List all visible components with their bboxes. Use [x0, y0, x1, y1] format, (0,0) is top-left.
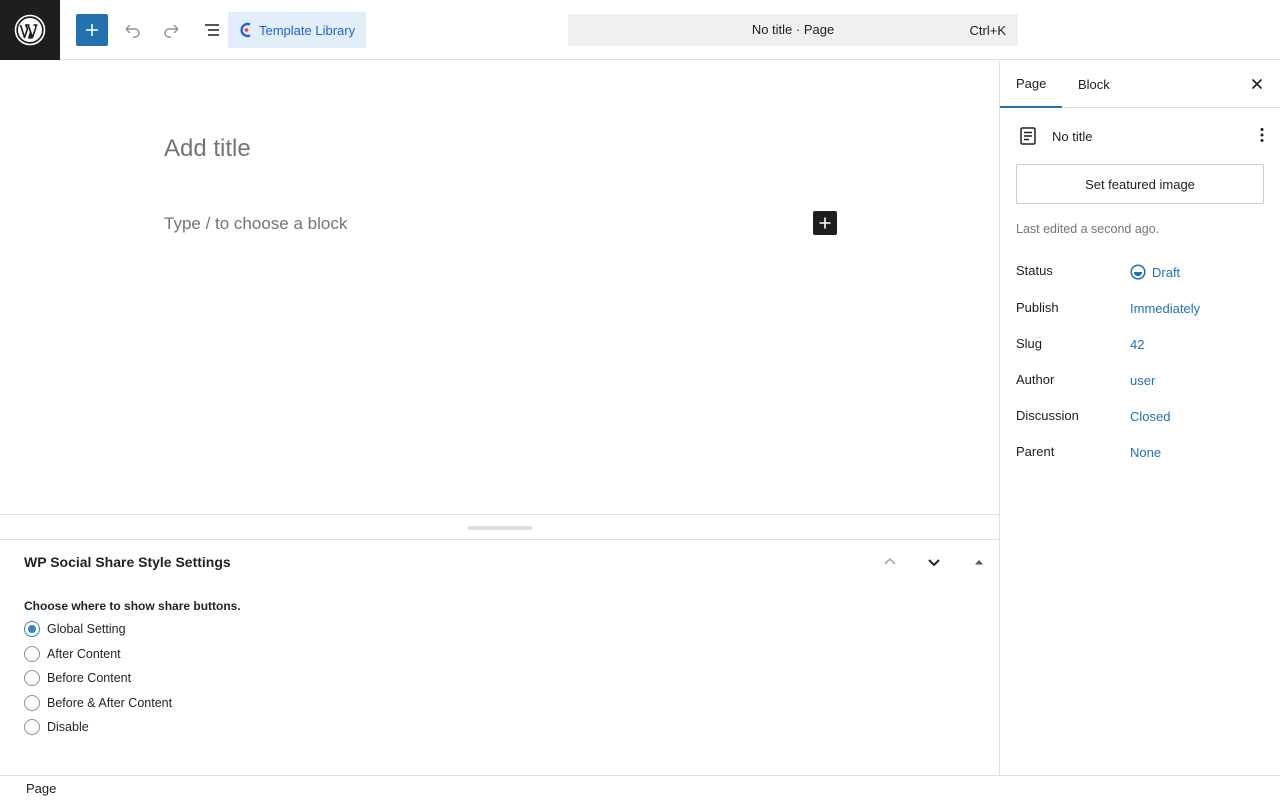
radio-label: Before Content [47, 671, 132, 685]
radio-before-after-content[interactable]: Before & After Content [24, 695, 172, 711]
chevron-up-icon [884, 557, 896, 565]
template-library-button[interactable]: Template Library [228, 12, 366, 48]
last-edited-text: Last edited a second ago. [1016, 222, 1160, 236]
status-value: Draft [1152, 264, 1181, 280]
close-icon [1251, 78, 1263, 90]
radio-disable[interactable]: Disable [24, 719, 89, 735]
wordpress-logo[interactable] [0, 0, 60, 60]
breadcrumb[interactable]: Page [26, 781, 56, 796]
slug-label: Slug [1016, 336, 1043, 351]
share-location-label: Choose where to show share buttons. [24, 599, 241, 613]
radio-button[interactable] [24, 621, 40, 637]
metabox-title: WP Social Share Style Settings [24, 554, 231, 570]
radio-global-setting[interactable]: Global Setting [24, 621, 126, 637]
undo-icon [125, 24, 140, 38]
status-value-button[interactable]: Draft [1130, 264, 1180, 280]
radio-label: Global Setting [47, 622, 126, 636]
undo-button[interactable] [116, 14, 148, 46]
meta-boxes-resize-bar [0, 514, 999, 540]
radio-button[interactable] [24, 719, 40, 735]
social-share-metabox: WP Social Share Style Settings Choose wh… [0, 540, 999, 775]
inline-add-block-button[interactable] [813, 211, 837, 235]
author-label: Author [1016, 372, 1055, 387]
tab-block[interactable]: Block [1062, 61, 1126, 108]
add-block-button[interactable] [76, 14, 108, 46]
editor-header: Template Library No title · Page Ctrl+K [0, 0, 1280, 60]
parent-value-button[interactable]: None [1130, 445, 1161, 460]
toggle-panel-button[interactable] [967, 550, 991, 574]
wordpress-icon [14, 14, 46, 46]
radio-label: Disable [47, 720, 89, 734]
author-value-button[interactable]: user [1130, 373, 1155, 388]
radio-button[interactable] [24, 646, 40, 662]
template-library-icon [240, 22, 251, 38]
editor-canvas: Add title Type / to choose a block [0, 61, 999, 514]
discussion-label: Discussion [1016, 408, 1079, 423]
discussion-value-button[interactable]: Closed [1130, 409, 1170, 424]
move-down-button[interactable] [922, 550, 946, 574]
radio-after-content[interactable]: After Content [24, 646, 121, 662]
redo-icon [164, 24, 179, 38]
close-sidebar-button[interactable] [1247, 74, 1267, 94]
tab-page[interactable]: Page [1000, 61, 1063, 108]
redo-button[interactable] [156, 14, 188, 46]
more-vertical-icon [1260, 128, 1264, 142]
sidebar-tabs: Page Block [1000, 61, 1280, 108]
list-view-button[interactable] [196, 14, 228, 46]
plus-icon [86, 24, 98, 36]
document-actions-button[interactable] [1260, 127, 1264, 148]
publish-value-button[interactable]: Immediately [1130, 301, 1200, 316]
command-palette-button[interactable]: No title · Page Ctrl+K [568, 14, 1018, 46]
radio-before-content[interactable]: Before Content [24, 670, 131, 686]
post-title-input[interactable]: Add title [164, 135, 251, 163]
set-featured-image-button[interactable]: Set featured image [1016, 164, 1264, 204]
editor-footer: Page [0, 775, 1280, 800]
plus-icon [819, 217, 831, 229]
chevron-down-icon [928, 559, 940, 567]
resize-handle[interactable] [468, 526, 532, 530]
template-library-label: Template Library [259, 22, 356, 38]
parent-label: Parent [1016, 444, 1055, 459]
list-view-icon [205, 24, 219, 36]
slug-value-button[interactable]: 42 [1130, 337, 1144, 352]
block-appender[interactable]: Type / to choose a block [164, 214, 347, 234]
caret-up-icon [975, 560, 983, 565]
radio-button[interactable] [24, 695, 40, 711]
move-up-button[interactable] [878, 550, 902, 574]
page-icon [1020, 127, 1036, 145]
document-title: No title [1052, 128, 1093, 144]
radio-label: Before & After Content [47, 696, 173, 710]
document-title-bar: No title · Page [751, 22, 835, 37]
keyboard-shortcut: Ctrl+K [969, 23, 1006, 38]
document-summary: No title [1016, 124, 1266, 148]
settings-sidebar: Page Block No title Set featured image L… [999, 61, 1280, 775]
publish-label: Publish [1016, 300, 1059, 315]
draft-status-icon [1130, 264, 1146, 280]
radio-button[interactable] [24, 670, 40, 686]
status-label: Status [1016, 263, 1053, 278]
radio-label: After Content [47, 647, 121, 661]
